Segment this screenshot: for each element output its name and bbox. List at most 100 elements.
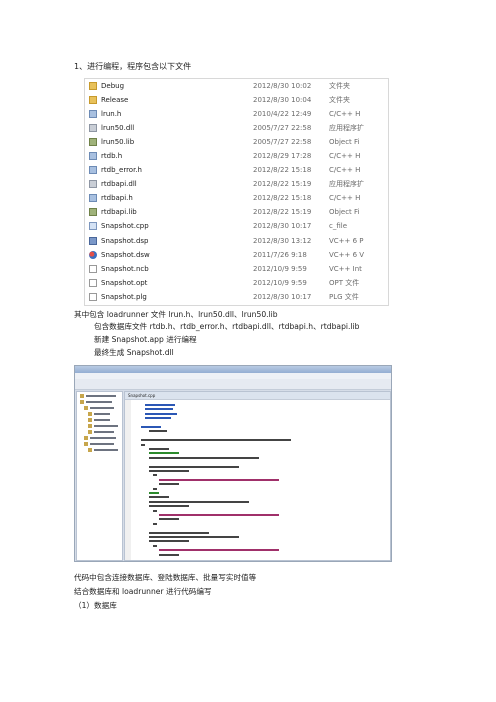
file-type: C/C++ H bbox=[329, 110, 361, 119]
file-type: 文件夹 bbox=[329, 82, 350, 90]
header-file-icon bbox=[89, 110, 97, 119]
code-line bbox=[145, 417, 171, 420]
file-type: c_file bbox=[329, 222, 348, 231]
text-file-icon bbox=[89, 264, 97, 273]
code-line bbox=[149, 531, 209, 534]
file-name: Snapshot.dsp bbox=[101, 236, 149, 245]
file-row[interactable]: lrun.h 2010/4/22 12:49 C/C++ H bbox=[85, 107, 388, 121]
file-date: 2012/8/29 17:28 bbox=[253, 152, 312, 161]
file-row[interactable]: rtdbapi.lib 2012/8/22 15:19 Object Fi bbox=[85, 205, 388, 219]
paragraph-new-app: 新建 Snapshot.app 进行编程 bbox=[94, 335, 197, 344]
code-line bbox=[145, 408, 173, 411]
ide-tree-item[interactable] bbox=[80, 393, 122, 398]
file-date: 2005/7/27 22:58 bbox=[253, 124, 312, 133]
code-line bbox=[153, 522, 157, 525]
tree-node-icon bbox=[88, 411, 92, 416]
file-type: 文件夹 bbox=[329, 96, 350, 105]
paragraph-database-heading: （1）数据库 bbox=[74, 601, 117, 610]
paragraph-output-dll: 最终生成 Snapshot.dll bbox=[94, 348, 174, 357]
lib-file-icon bbox=[89, 138, 97, 147]
file-name: Snapshot.cpp bbox=[101, 222, 149, 231]
ide-tree-item[interactable] bbox=[88, 429, 122, 434]
ide-code-editor: Snapshot.cpp bbox=[124, 391, 391, 561]
file-row[interactable]: Snapshot.dsw 2011/7/26 9:18 VC++ 6 V bbox=[85, 248, 388, 262]
tree-node-icon bbox=[88, 423, 92, 428]
file-type: Object Fi bbox=[329, 208, 360, 217]
ide-screenshot: Snapshot.cpp bbox=[74, 365, 392, 562]
file-row[interactable]: rtdbapi.dll 2012/8/22 15:19 应用程序扩 bbox=[85, 177, 388, 191]
dsp-file-icon bbox=[89, 236, 97, 245]
file-row[interactable]: Snapshot.dsp 2012/8/30 13:12 VC++ 6 P bbox=[85, 234, 388, 248]
ide-toolbar bbox=[75, 379, 391, 390]
file-name: lrun.h bbox=[101, 110, 122, 119]
file-type: VC++ 6 P bbox=[329, 236, 364, 245]
file-date: 2010/10/9 12:13 bbox=[253, 304, 311, 305]
tree-node-label bbox=[86, 400, 113, 403]
tree-node-label bbox=[90, 436, 117, 439]
ide-tree-item[interactable] bbox=[88, 417, 122, 422]
file-type: C/C++ H bbox=[329, 166, 361, 175]
tree-node-label bbox=[90, 406, 114, 409]
dsw-file-icon bbox=[89, 250, 97, 259]
code-line bbox=[149, 448, 169, 450]
file-type: VC++ Int bbox=[329, 264, 362, 273]
file-date: 2012/8/30 10:17 bbox=[253, 292, 312, 301]
file-type: Object Fi bbox=[329, 138, 360, 147]
code-line bbox=[145, 412, 177, 415]
ide-tree-item[interactable] bbox=[88, 447, 122, 452]
file-row[interactable]: Snapshot.plg 2012/8/30 10:17 PLG 文件 bbox=[85, 290, 388, 304]
tree-node-icon bbox=[84, 405, 88, 410]
file-name: StdAfx.h bbox=[101, 304, 130, 305]
paragraph-combine: 结合数据库和 loadrunner 进行代码编写 bbox=[74, 587, 212, 596]
code-line bbox=[159, 483, 179, 486]
file-row[interactable]: rtdb.h 2012/8/29 17:28 C/C++ H bbox=[85, 149, 388, 163]
tree-node-label bbox=[90, 442, 114, 445]
file-row[interactable]: rtdb_error.h 2012/8/22 15:18 C/C++ H bbox=[85, 163, 388, 177]
file-date: 2010/4/22 12:49 bbox=[253, 110, 312, 119]
file-row[interactable]: lrun50.lib 2005/7/27 22:58 Object Fi bbox=[85, 135, 388, 149]
tree-node-icon bbox=[80, 399, 84, 404]
code-line bbox=[149, 470, 189, 472]
lib-file-icon bbox=[89, 208, 97, 217]
file-row[interactable]: Snapshot.opt 2012/10/9 9:59 OPT 文件 bbox=[85, 276, 388, 290]
code-line bbox=[153, 474, 157, 477]
file-name: Snapshot.ncb bbox=[101, 264, 149, 273]
file-name: rtdbapi.lib bbox=[101, 208, 137, 217]
file-row[interactable]: Release 2012/8/30 10:04 文件夹 bbox=[85, 93, 388, 107]
code-line bbox=[159, 553, 179, 556]
file-row[interactable]: Snapshot.ncb 2012/10/9 9:59 VC++ Int bbox=[85, 262, 388, 276]
file-row[interactable]: StdAfx.h 2010/10/9 12:13 C/C++ H bbox=[85, 304, 388, 305]
file-date: 2012/8/22 15:19 bbox=[253, 208, 312, 217]
folder-icon bbox=[89, 96, 97, 105]
file-date: 2012/10/9 9:59 bbox=[253, 264, 307, 273]
code-line bbox=[149, 456, 259, 459]
code-line bbox=[149, 430, 167, 433]
dll-file-icon bbox=[89, 124, 97, 133]
ide-tree-item[interactable] bbox=[88, 411, 122, 416]
code-line bbox=[159, 549, 279, 552]
ide-gutter bbox=[125, 400, 131, 560]
ide-tree-item[interactable] bbox=[80, 399, 122, 404]
file-name: Snapshot.opt bbox=[101, 278, 148, 287]
tree-node-label bbox=[94, 448, 118, 451]
ide-tree-item[interactable] bbox=[84, 441, 122, 446]
file-row[interactable]: Debug 2012/8/30 10:02 文件夹 bbox=[85, 79, 388, 93]
ide-tree-item[interactable] bbox=[84, 405, 122, 410]
header-file-icon bbox=[89, 152, 97, 161]
ide-tree-item[interactable] bbox=[88, 423, 122, 428]
tree-node-icon bbox=[88, 429, 92, 434]
file-type: PLG 文件 bbox=[329, 292, 359, 301]
file-type: VC++ 6 V bbox=[329, 250, 365, 259]
ide-tree-item[interactable] bbox=[84, 435, 122, 440]
code-line bbox=[145, 404, 175, 406]
code-line bbox=[149, 540, 189, 543]
file-row[interactable]: rtdbapi.h 2012/8/22 15:18 C/C++ H bbox=[85, 191, 388, 205]
code-line bbox=[159, 478, 279, 481]
tree-node-label bbox=[94, 418, 110, 421]
file-name: Debug bbox=[101, 82, 125, 90]
tree-node-label bbox=[94, 412, 110, 415]
file-row[interactable]: Snapshot.cpp 2012/8/30 10:17 c_file bbox=[85, 219, 388, 233]
file-row[interactable]: lrun50.dll 2005/7/27 22:58 应用程序扩 bbox=[85, 121, 388, 135]
file-type: C/C++ H bbox=[329, 304, 360, 305]
code-line bbox=[149, 452, 179, 455]
